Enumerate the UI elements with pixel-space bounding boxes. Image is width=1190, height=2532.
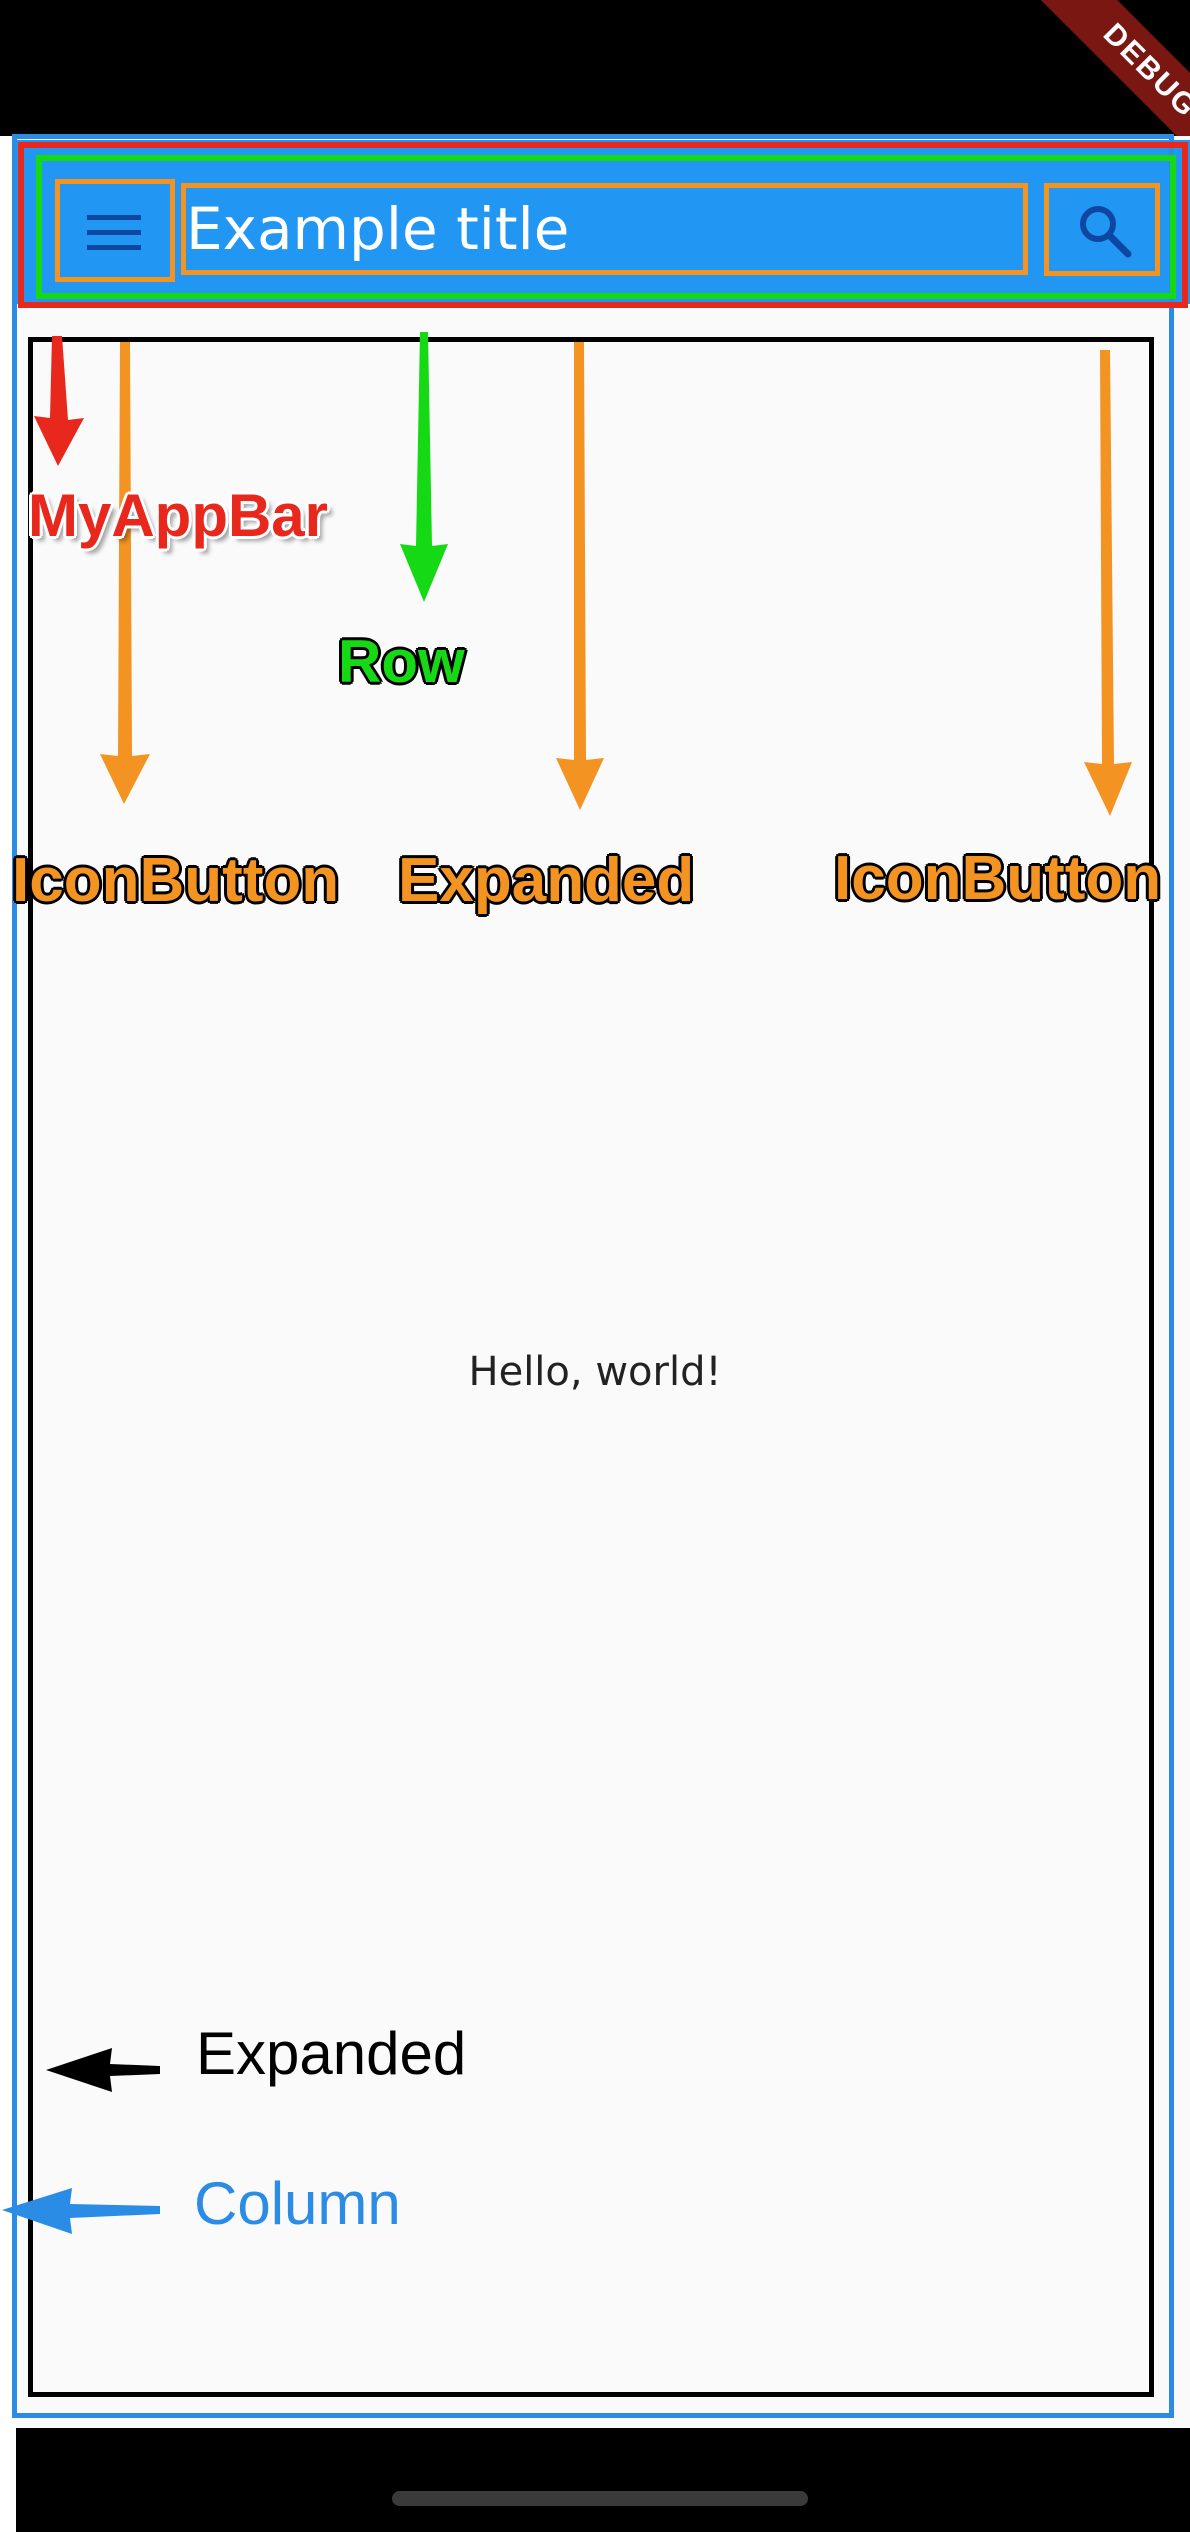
screen: DEBUG Example title Hello, world! MyAppB… [0,0,1190,2532]
my-app-bar-label: MyAppBar [28,482,329,549]
expanded-title-arrow [556,342,604,810]
column-arrow [2,2188,160,2234]
expanded-title-label: Expanded [398,846,695,915]
row-arrow [400,332,448,602]
icon-button-right-label: IconButton [834,844,1162,913]
annotation-arrows [2,332,1132,2234]
icon-button-right-arrow [1084,350,1132,816]
column-label: Column [194,2170,401,2237]
expanded-body-label: Expanded [196,2020,467,2087]
icon-button-left-label: IconButton [12,846,340,915]
row-label: Row [338,628,465,695]
my-app-bar-arrow [34,336,84,466]
icon-button-left-arrow [100,342,150,804]
expanded-body-arrow [46,2048,160,2092]
